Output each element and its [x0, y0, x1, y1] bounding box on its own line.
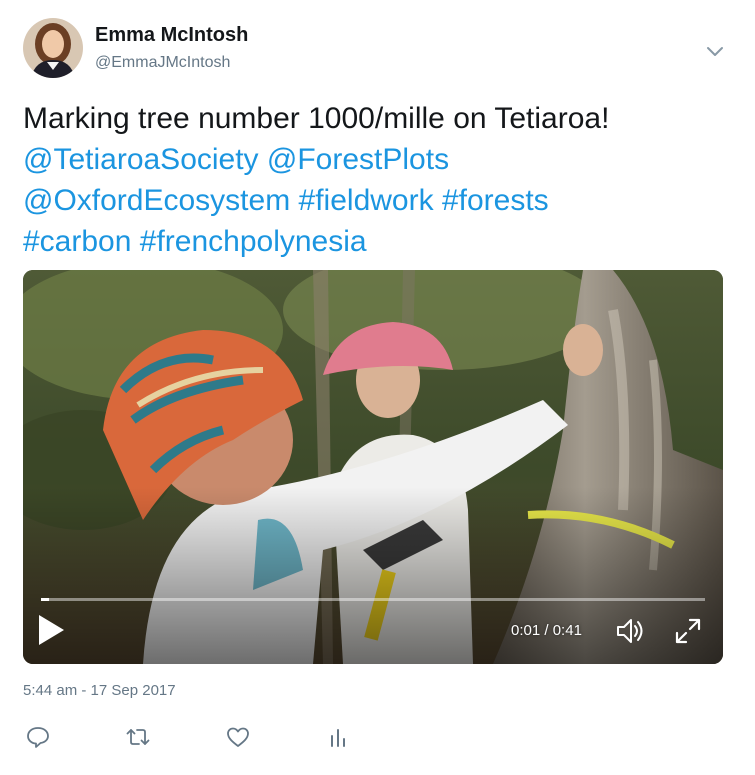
mention-link[interactable]: @OxfordEcosystem: [23, 184, 290, 217]
avatar[interactable]: [23, 18, 83, 78]
play-icon[interactable]: [35, 612, 67, 648]
tweet-header: Emma McIntosh @EmmaJMcIntosh: [23, 18, 733, 80]
retweet-icon[interactable]: [123, 722, 153, 752]
video-player[interactable]: 0:01 / 0:41: [23, 270, 723, 664]
avatar-photo: [23, 18, 83, 78]
mention-link[interactable]: @ForestPlots: [267, 143, 449, 176]
video-progress-bar[interactable]: [41, 598, 705, 601]
tweet-text: Marking tree number 1000/mille on Tetiar…: [23, 98, 733, 262]
hashtag-link[interactable]: #carbon: [23, 225, 131, 258]
video-duration: 0:41: [552, 622, 582, 639]
video-current-time: 0:01: [511, 622, 541, 639]
author-display-name[interactable]: Emma McIntosh: [95, 22, 248, 48]
hashtag-link[interactable]: #fieldwork: [299, 184, 434, 217]
tweet-timestamp[interactable]: 5:44 am - 17 Sep 2017: [23, 682, 176, 699]
video-time-separator: /: [540, 622, 553, 639]
hashtag-link[interactable]: #frenchpolynesia: [140, 225, 367, 258]
video-time: 0:01 / 0:41: [511, 622, 582, 639]
volume-icon[interactable]: [615, 616, 647, 646]
author-handle[interactable]: @EmmaJMcIntosh: [95, 52, 248, 74]
fullscreen-icon[interactable]: [673, 616, 703, 646]
chevron-down-icon[interactable]: [705, 44, 725, 58]
heart-icon[interactable]: [223, 722, 253, 752]
hashtag-link[interactable]: #forests: [442, 184, 549, 217]
tweet-text-body: Marking tree number 1000/mille on Tetiar…: [23, 102, 610, 135]
video-frame: [23, 270, 723, 664]
mention-link[interactable]: @TetiaroaSociety: [23, 143, 259, 176]
reply-icon[interactable]: [23, 722, 53, 752]
analytics-icon[interactable]: [323, 722, 353, 752]
video-progress-fill: [41, 598, 49, 601]
author-names: Emma McIntosh @EmmaJMcIntosh: [95, 22, 248, 74]
